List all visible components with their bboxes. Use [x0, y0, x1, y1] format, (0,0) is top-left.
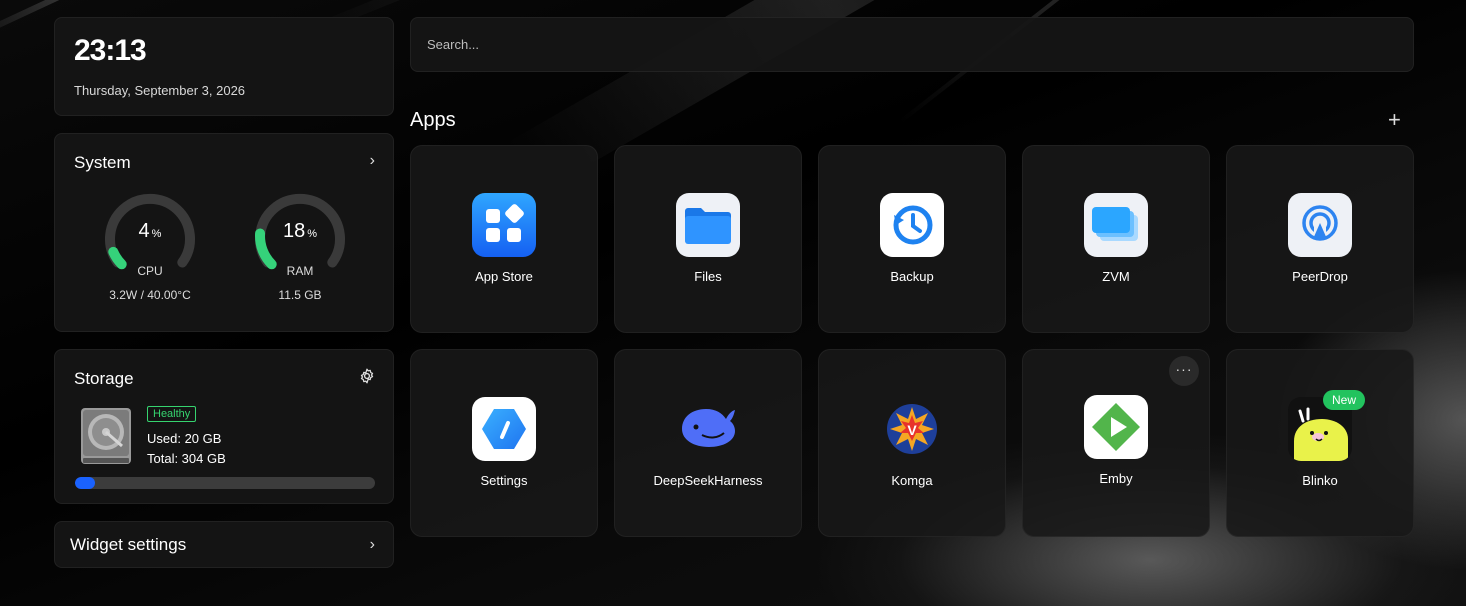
hard-drive-icon: [77, 406, 135, 466]
app-name: DeepSeekHarness: [653, 473, 763, 488]
clock-date: Thursday, September 3, 2026: [74, 83, 246, 98]
zvm-icon: [1084, 193, 1148, 257]
settings-icon: [472, 397, 536, 461]
clock-widget: 23:13 Thursday, September 3, 2026: [54, 17, 394, 116]
komga-icon: V: [880, 397, 944, 461]
app-name: App Store: [475, 269, 533, 284]
app-name: PeerDrop: [1292, 269, 1348, 284]
app-tile-backup[interactable]: Backup: [818, 145, 1006, 333]
status-badge: Healthy: [147, 406, 197, 422]
add-app-button[interactable]: +: [1388, 108, 1401, 132]
app-tile-emby[interactable]: ··· Emby: [1022, 349, 1210, 537]
gear-icon[interactable]: [359, 368, 375, 389]
ram-percent: 18: [282, 220, 306, 242]
system-title: System: [74, 153, 131, 172]
search-input[interactable]: [411, 18, 1413, 71]
system-widget[interactable]: System › 4% CPU 18% RAM 3.2W / 40.00°C 1…: [54, 133, 394, 332]
app-tile-zvm[interactable]: ZVM: [1022, 145, 1210, 333]
more-options-button[interactable]: ···: [1169, 356, 1199, 386]
cpu-label: CPU: [137, 264, 163, 278]
app-name: Komga: [891, 473, 933, 488]
backup-clock-icon: [880, 193, 944, 257]
storage-used: Used: 20 GB: [147, 431, 222, 446]
apps-heading: Apps: [410, 109, 456, 131]
widget-settings-button[interactable]: Widget settings ›: [54, 521, 394, 568]
app-tile-deepseekharness[interactable]: DeepSeekHarness: [614, 349, 802, 537]
emby-icon: [1084, 395, 1148, 459]
chevron-right-icon[interactable]: ›: [370, 152, 375, 170]
app-name: Blinko: [1302, 473, 1338, 488]
app-name: Emby: [1099, 471, 1133, 486]
whale-icon: [676, 397, 740, 461]
app-name: Backup: [890, 269, 934, 284]
ram-detail: 11.5 GB: [278, 288, 322, 302]
app-tile-app-store[interactable]: App Store: [410, 145, 598, 333]
ram-label: RAM: [286, 264, 314, 278]
folder-icon: [676, 193, 740, 257]
widget-settings-label: Widget settings: [70, 535, 187, 554]
cpu-gauge: 4% CPU: [104, 190, 196, 282]
app-store-icon: [472, 193, 536, 257]
cpu-detail: 3.2W / 40.00°C: [109, 288, 191, 302]
app-name: Files: [694, 269, 722, 284]
cpu-unit: %: [151, 228, 162, 240]
ram-unit: %: [307, 228, 318, 240]
app-name: Settings: [480, 473, 528, 488]
app-tile-blinko[interactable]: New Blinko: [1226, 349, 1414, 537]
storage-title: Storage: [74, 369, 134, 388]
svg-text:V: V: [907, 422, 917, 438]
app-tile-peerdrop[interactable]: PeerDrop: [1226, 145, 1414, 333]
clock-time: 23:13: [74, 34, 147, 67]
ram-gauge: 18% RAM: [254, 190, 346, 282]
app-tile-settings[interactable]: Settings: [410, 349, 598, 537]
app-name: ZVM: [1102, 269, 1130, 284]
app-tile-files[interactable]: Files: [614, 145, 802, 333]
search-bar[interactable]: [410, 17, 1414, 72]
cpu-gauge-fill: [108, 246, 127, 270]
storage-usage-fill: [75, 477, 95, 489]
chevron-right-icon: ›: [369, 536, 375, 553]
storage-usage-bar: [75, 477, 375, 489]
new-badge: New: [1323, 390, 1366, 410]
cpu-percent: 4: [138, 220, 150, 242]
storage-total: Total: 304 GB: [147, 451, 226, 466]
app-tile-komga[interactable]: V Komga: [818, 349, 1006, 537]
storage-widget: Storage Healthy Used: 20 GB Total: 304 G…: [54, 349, 394, 504]
airdrop-icon: [1288, 193, 1352, 257]
